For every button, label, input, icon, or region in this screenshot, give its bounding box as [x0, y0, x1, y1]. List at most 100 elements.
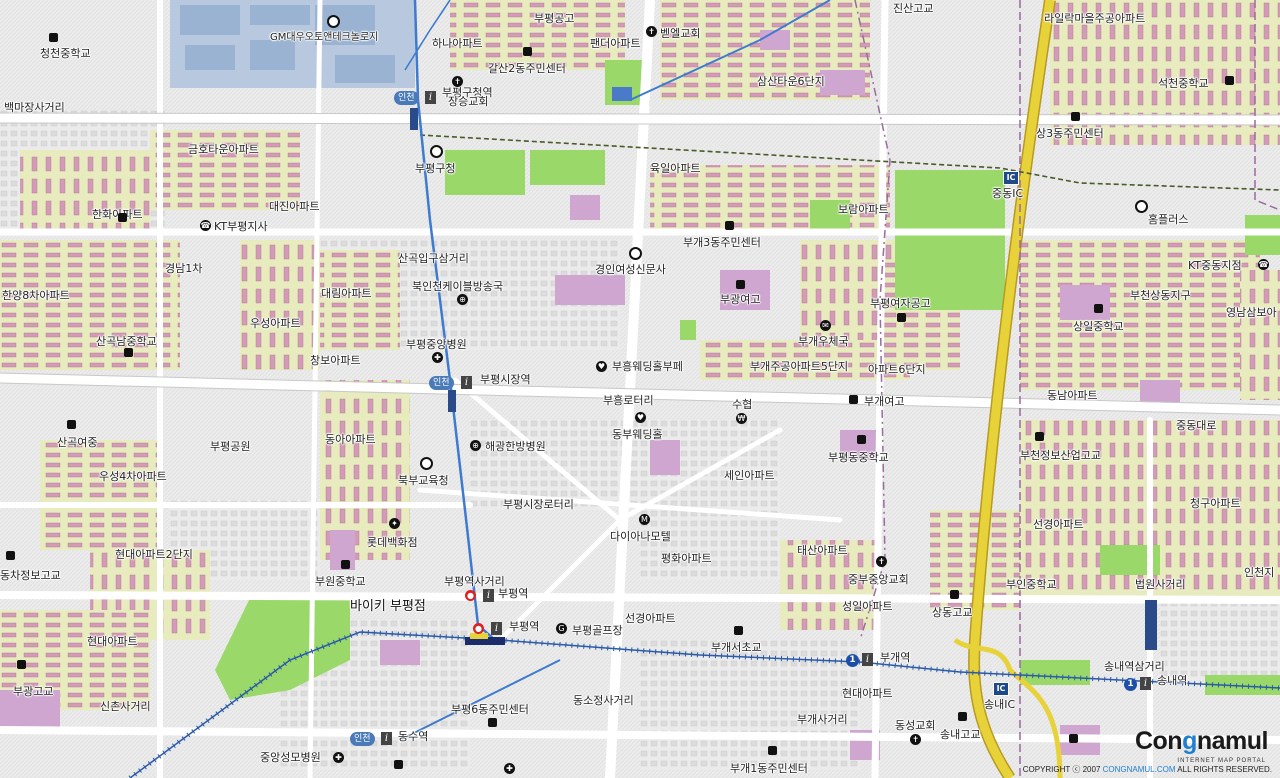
- label-pyeonghwa[interactable]: 평화아파트: [661, 552, 712, 565]
- label-bugae-stn[interactable]: 부개역: [880, 651, 910, 664]
- label-hyundai-east[interactable]: 현대아파트: [842, 687, 893, 700]
- label-samsan6[interactable]: 삼산타운6단지: [757, 75, 825, 88]
- label-bupyeong-park[interactable]: 부평공원: [210, 440, 250, 453]
- label-sangok-nam-mid[interactable]: 산곡남중학교: [96, 335, 157, 348]
- label-buwon-mid[interactable]: 부원중학교: [315, 575, 366, 588]
- label-woosung[interactable]: 우성아파트: [250, 317, 301, 330]
- label-auto-tech-high[interactable]: 동차정보고교: [0, 569, 61, 582]
- label-kt-jungdong[interactable]: KT중동지점: [1188, 259, 1242, 272]
- label-hanyang8[interactable]: 한양8차아파트: [2, 289, 70, 302]
- label-songnae-ic[interactable]: 송내IC: [984, 698, 1015, 711]
- incheon-line-badge[interactable]: 인천: [429, 376, 454, 390]
- label-bugwang-high[interactable]: 부광고교: [13, 685, 53, 698]
- label-bupyeong-girls-tech[interactable]: 부평여자공고: [870, 297, 931, 310]
- label-songnae-high[interactable]: 송내고교: [940, 728, 980, 741]
- label-sangdong-high[interactable]: 상동고교: [932, 606, 972, 619]
- label-bugae-jugong[interactable]: 부개주공아파트5단지: [750, 360, 848, 373]
- label-bugae3[interactable]: 부개3동주민센터: [683, 236, 761, 249]
- label-hyundai2[interactable]: 현대아파트2단지: [115, 548, 193, 561]
- label-kt-bupyeong[interactable]: KT부평지사: [214, 220, 268, 233]
- line1-badge[interactable]: 1: [846, 654, 859, 667]
- label-buin-mid[interactable]: 부인중학교: [1006, 578, 1057, 591]
- label-bupyeonggu-office[interactable]: 부평구청: [415, 162, 455, 175]
- label-jungdong-ic[interactable]: 중동IC: [992, 187, 1023, 200]
- label-haekwang[interactable]: 해광한방병원: [485, 440, 546, 453]
- label-sangok-ipgu[interactable]: 산곡입구삼거리: [398, 252, 469, 265]
- label-sangil-mid[interactable]: 상일중학교: [1073, 320, 1124, 333]
- label-songnae-stn[interactable]: 송내역: [1157, 674, 1187, 687]
- label-sinchon[interactable]: 신촌사거리: [100, 700, 151, 713]
- label-bikey[interactable]: 바이키 부평점: [350, 600, 426, 613]
- label-bupyeong-dong-mid[interactable]: 부평동중학교: [828, 451, 889, 464]
- label-sangok-girls-mid[interactable]: 산곡여중: [57, 436, 97, 449]
- label-court-junction[interactable]: 법원사거리: [1135, 578, 1186, 591]
- label-baekma[interactable]: 백마장사거리: [4, 101, 65, 114]
- label-cheongcheon-mid[interactable]: 청천중학교: [40, 47, 91, 60]
- label-bugae-junction[interactable]: 부개사거리: [797, 713, 848, 726]
- label-woosung4[interactable]: 우성4차아파트: [99, 470, 167, 483]
- label-geumho[interactable]: 금호타운아파트: [188, 143, 259, 156]
- label-incheon-right[interactable]: 인천지: [1244, 566, 1274, 579]
- label-bugae-girls[interactable]: 부개여고: [864, 395, 904, 408]
- label-buheung-wedding[interactable]: 부흥웨딩홀부페: [612, 360, 683, 373]
- label-dongsu-stn[interactable]: 동수역: [398, 730, 428, 743]
- label-dongnam[interactable]: 동남아파트: [1047, 389, 1098, 402]
- ic-marker-icon[interactable]: IC: [993, 682, 1009, 696]
- label-dongbu-wedding[interactable]: 동부웨딩홀: [612, 428, 663, 441]
- label-apt6[interactable]: 아파트6단지: [868, 363, 926, 376]
- label-daerim[interactable]: 대림아파트: [321, 287, 372, 300]
- info-icon[interactable]: i: [862, 653, 873, 666]
- label-hyundai[interactable]: 현대아파트: [87, 635, 138, 648]
- label-bupyeong-sta-junction[interactable]: 부평역사거리: [444, 575, 505, 588]
- info-icon[interactable]: i: [483, 589, 494, 602]
- label-seokcheon-mid[interactable]: 석천중학교: [1158, 77, 1209, 90]
- label-bethel[interactable]: 벧엘교회: [660, 27, 700, 40]
- label-yugil[interactable]: 육일아파트: [650, 162, 701, 175]
- label-jungdong-ro[interactable]: 중동대로: [1176, 419, 1216, 432]
- label-buheung-rotary[interactable]: 부흥로터리: [603, 394, 654, 407]
- label-seongil[interactable]: 성일아파트: [842, 600, 893, 613]
- label-songnae-junction[interactable]: 송내역삼거리: [1104, 660, 1165, 673]
- label-bugwang-girls[interactable]: 부광여고: [720, 293, 760, 306]
- incheon-line-badge[interactable]: 인천: [394, 91, 419, 105]
- label-daejin[interactable]: 대진아파트: [269, 200, 320, 213]
- label-sein[interactable]: 세인아파트: [724, 469, 775, 482]
- label-bupyeong-stn[interactable]: 부평역: [498, 587, 528, 600]
- label-dongseong-church[interactable]: 동성교회: [895, 719, 935, 732]
- map-canvas[interactable]: GM대우오토앤테크놀로지 부평공고 진산고교 라일락마을주공아파트 청천중학교 …: [0, 0, 1280, 778]
- label-boram[interactable]: 보람아파트: [838, 203, 889, 216]
- label-homeplus[interactable]: 홈플러스: [1148, 213, 1188, 226]
- label-dongah[interactable]: 동아아파트: [325, 433, 376, 446]
- label-bukbu-edu[interactable]: 북부교육청: [398, 474, 449, 487]
- label-panda-apt[interactable]: 팬더아파트: [590, 37, 641, 50]
- label-bupyeong6[interactable]: 부평6동주민센터: [451, 703, 529, 716]
- ic-marker-icon[interactable]: IC: [1003, 171, 1019, 185]
- label-golf[interactable]: 부평골프장: [572, 624, 623, 637]
- label-galsan2[interactable]: 갈산2동주민센터: [488, 62, 566, 75]
- info-icon[interactable]: i: [425, 91, 436, 104]
- incheon-line-badge[interactable]: 인천: [350, 732, 375, 746]
- info-icon[interactable]: i: [461, 376, 472, 389]
- label-suhyup[interactable]: 수협: [732, 398, 752, 411]
- label-bupyeong-high[interactable]: 부평공고: [534, 12, 574, 25]
- label-seonkyung-east[interactable]: 선경아파트: [1033, 518, 1084, 531]
- label-gyeongin-news[interactable]: 경인여성신문사: [595, 263, 666, 276]
- bikey-store-icon[interactable]: ●: [465, 590, 476, 601]
- label-bucheon-info[interactable]: 부천정보산업고교: [1020, 449, 1101, 462]
- station-marker-icon[interactable]: ●: [473, 623, 484, 634]
- label-gyeongnam1[interactable]: 경남1차: [165, 262, 202, 275]
- info-icon[interactable]: i: [381, 732, 392, 745]
- label-lotte[interactable]: 롯데백화점: [367, 536, 418, 549]
- label-jinsan[interactable]: 진산고교: [893, 2, 933, 15]
- label-bupyeong-stn2[interactable]: 부평역: [509, 620, 539, 633]
- label-diana-motel[interactable]: 다이아나모텔: [610, 530, 671, 543]
- label-bupyeong-jungang-hospital[interactable]: 부평중앙병원: [406, 338, 467, 351]
- label-dongsojeong[interactable]: 동소정사거리: [573, 694, 634, 707]
- label-jangseong-church[interactable]: 장승교회: [448, 95, 488, 108]
- label-bugae1[interactable]: 부개1동주민센터: [730, 762, 808, 775]
- label-jungbu-church[interactable]: 중부중앙교회: [848, 573, 909, 586]
- label-bugae-post[interactable]: 부개우체국: [798, 335, 849, 348]
- label-gm-daewoo[interactable]: GM대우오토앤테크놀로지: [270, 31, 378, 44]
- label-bukincheon-cable[interactable]: 북인천케이블방송국: [412, 280, 503, 293]
- label-bugae-west-elem[interactable]: 부개서초교: [711, 641, 762, 654]
